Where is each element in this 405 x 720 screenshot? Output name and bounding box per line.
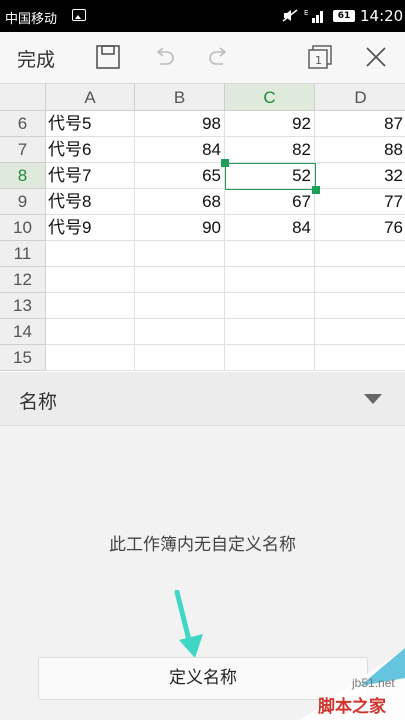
row-header-11[interactable]: 11 — [0, 241, 46, 267]
cell-b6[interactable]: 98 — [135, 111, 225, 137]
spreadsheet-grid[interactable]: A B C D 6 代号5 98 92 87 7 代号6 84 82 88 8 代号7 65 52 32 9 代号8 68… — [0, 84, 405, 372]
undo-icon[interactable] — [151, 44, 177, 70]
cell-b15[interactable] — [135, 345, 225, 371]
mute-icon — [282, 9, 298, 22]
row-header-6[interactable]: 6 — [0, 111, 46, 137]
cell-b8[interactable]: 65 — [135, 163, 225, 189]
image-notification-icon — [72, 9, 86, 21]
done-button[interactable]: 完成 — [17, 45, 55, 72]
column-header-d[interactable]: D — [315, 84, 405, 111]
cell-c13[interactable] — [225, 293, 315, 319]
cell-b9[interactable]: 68 — [135, 189, 225, 215]
cell-d10[interactable]: 76 — [315, 215, 405, 241]
cell-a10[interactable]: 代号9 — [46, 215, 135, 241]
cell-d8[interactable]: 32 — [315, 163, 405, 189]
cell-c15[interactable] — [225, 345, 315, 371]
column-header-a[interactable]: A — [46, 84, 135, 111]
cell-d14[interactable] — [315, 319, 405, 345]
selection-handle-bottom-right[interactable] — [312, 186, 320, 194]
row-header-12[interactable]: 12 — [0, 267, 46, 293]
cell-c10[interactable]: 84 — [225, 215, 315, 241]
selection-handle-top-left[interactable] — [221, 159, 229, 167]
cell-d7[interactable]: 88 — [315, 137, 405, 163]
cell-a12[interactable] — [46, 267, 135, 293]
cell-a14[interactable] — [46, 319, 135, 345]
cell-a9[interactable]: 代号8 — [46, 189, 135, 215]
cell-a15[interactable] — [46, 345, 135, 371]
close-icon[interactable] — [363, 44, 389, 70]
empty-names-message: 此工作簿内无自定义名称 — [109, 535, 296, 555]
status-bar: 中国移动 E 61 14:20 — [0, 0, 405, 32]
switch-window-icon[interactable]: 1 — [307, 44, 333, 70]
column-header-b[interactable]: B — [135, 84, 225, 111]
cell-c9[interactable]: 67 — [225, 189, 315, 215]
column-header-c[interactable]: C — [225, 84, 315, 111]
row-header-9[interactable]: 9 — [0, 189, 46, 215]
cell-d13[interactable] — [315, 293, 405, 319]
cell-d15[interactable] — [315, 345, 405, 371]
cell-b14[interactable] — [135, 319, 225, 345]
cell-a13[interactable] — [46, 293, 135, 319]
cell-c14[interactable] — [225, 319, 315, 345]
cell-c7[interactable]: 82 — [225, 137, 315, 163]
cell-b13[interactable] — [135, 293, 225, 319]
cell-b7[interactable]: 84 — [135, 137, 225, 163]
cell-d11[interactable] — [315, 241, 405, 267]
row-header-15[interactable]: 15 — [0, 345, 46, 371]
cell-a11[interactable] — [46, 241, 135, 267]
cell-a7[interactable]: 代号6 — [46, 137, 135, 163]
cell-b12[interactable] — [135, 267, 225, 293]
select-all-corner[interactable] — [0, 84, 46, 111]
cell-d9[interactable]: 77 — [315, 189, 405, 215]
pointer-arrow-icon — [174, 590, 203, 658]
toolbar: 完成 1 — [0, 32, 405, 84]
cell-c11[interactable] — [225, 241, 315, 267]
cell-c6[interactable]: 92 — [225, 111, 315, 137]
svg-text:E: E — [304, 9, 308, 17]
watermark-text: 脚本之家 — [318, 697, 386, 717]
save-icon[interactable] — [95, 44, 121, 70]
row-header-8[interactable]: 8 — [0, 163, 46, 189]
svg-text:1: 1 — [315, 54, 322, 67]
row-header-10[interactable]: 10 — [0, 215, 46, 241]
name-panel-title: 名称 — [19, 391, 58, 413]
row-header-14[interactable]: 14 — [0, 319, 46, 345]
row-header-13[interactable]: 13 — [0, 293, 46, 319]
redo-icon[interactable] — [206, 44, 232, 70]
chevron-down-icon[interactable] — [364, 394, 382, 404]
signal-icon: E — [304, 9, 323, 23]
cell-d6[interactable]: 87 — [315, 111, 405, 137]
clock: 14:20 — [360, 7, 404, 25]
cell-a8[interactable]: 代号7 — [46, 163, 135, 189]
name-panel-header[interactable]: 名称 — [0, 372, 405, 426]
carrier-label: 中国移动 — [5, 12, 58, 27]
row-header-7[interactable]: 7 — [0, 137, 46, 163]
cell-a6[interactable]: 代号5 — [46, 111, 135, 137]
cell-b10[interactable]: 90 — [135, 215, 225, 241]
battery-indicator: 61 — [333, 10, 355, 22]
cell-selection-box[interactable] — [225, 163, 316, 190]
cell-b11[interactable] — [135, 241, 225, 267]
cell-d12[interactable] — [315, 267, 405, 293]
watermark-url: jb51.net — [352, 676, 395, 690]
cell-c12[interactable] — [225, 267, 315, 293]
